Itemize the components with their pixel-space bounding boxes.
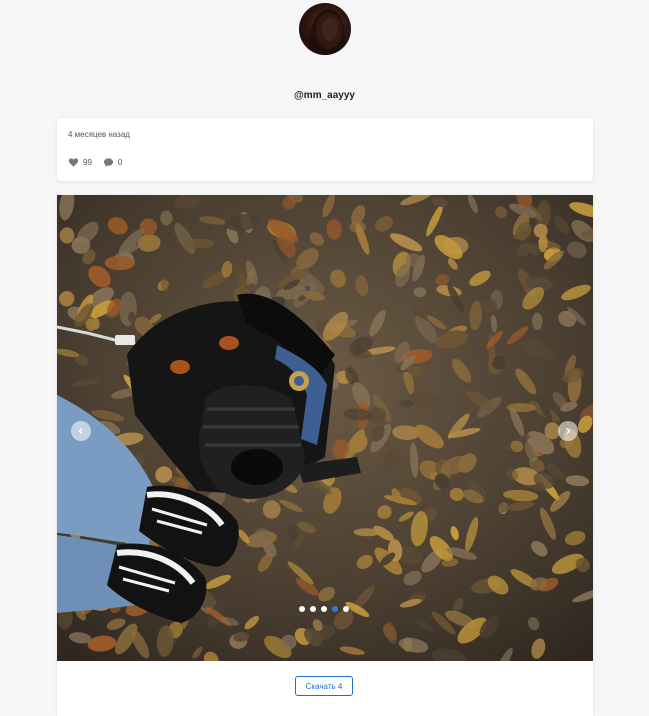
- avatar[interactable]: [299, 3, 351, 55]
- carousel-next-button[interactable]: [558, 421, 578, 441]
- username[interactable]: @mm_aayyy: [0, 90, 649, 101]
- post-photo[interactable]: [57, 195, 593, 661]
- carousel-prev-button[interactable]: [71, 421, 91, 441]
- comments-count: 0: [117, 158, 123, 167]
- carousel-dot[interactable]: [321, 606, 327, 612]
- heart-icon: [68, 158, 79, 167]
- carousel-dot[interactable]: [299, 606, 305, 612]
- comment-bubble-icon: [103, 158, 113, 167]
- post-page: @mm_aayyy 4 месяцев назад 99 0 Скачать 4: [0, 0, 649, 716]
- carousel-dots: [299, 606, 354, 612]
- chevron-right-icon: [566, 427, 571, 435]
- post-info-card: 4 месяцев назад 99 0: [57, 118, 593, 181]
- post-stats: 99 0: [68, 157, 133, 168]
- chevron-left-icon: [78, 427, 83, 435]
- post-time: 4 месяцев назад: [68, 130, 130, 139]
- carousel-dot[interactable]: [310, 606, 316, 612]
- likes-count: 99: [83, 158, 92, 167]
- carousel-dot[interactable]: [343, 606, 349, 612]
- media-card: Скачать 4: [57, 195, 593, 716]
- carousel-dot[interactable]: [332, 606, 338, 612]
- likes-stat: 99: [68, 157, 92, 168]
- post-photo-image: [57, 195, 593, 661]
- download-button[interactable]: Скачать 4: [295, 676, 353, 696]
- comments-stat: 0: [103, 157, 122, 168]
